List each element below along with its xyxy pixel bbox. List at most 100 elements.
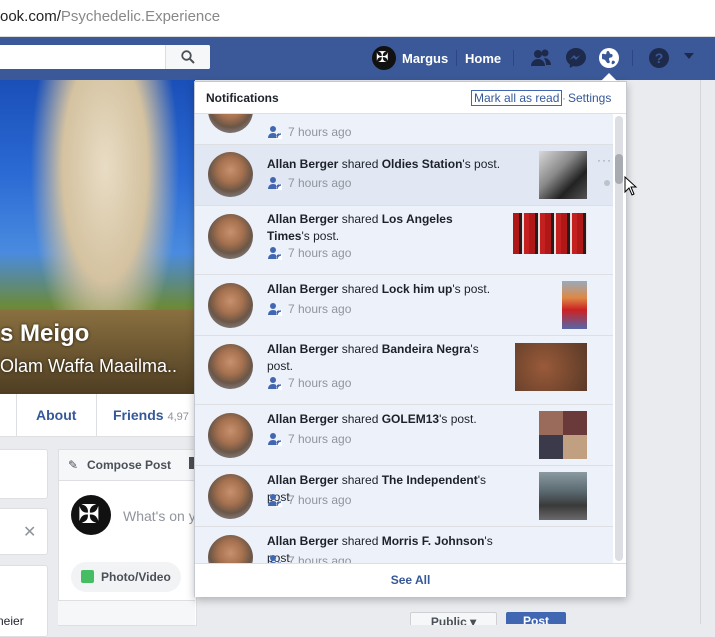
- profile-title: s Meigo: [0, 320, 90, 347]
- notification-target: Lock him up: [381, 282, 453, 296]
- notification-time: 7 hours ago: [288, 432, 352, 446]
- settings-link[interactable]: Settings: [568, 91, 611, 105]
- notification-suffix: 's post.: [452, 282, 491, 296]
- notification-verb: shared: [338, 412, 382, 426]
- notification-item[interactable]: Allan Berger shared Lock him up's post. …: [195, 275, 613, 336]
- composer-input[interactable]: What's on y: [123, 508, 196, 524]
- tab-divider: [16, 394, 17, 436]
- photo-video-button[interactable]: Photo/Video: [71, 562, 181, 592]
- notification-thumbnail: [539, 472, 587, 520]
- share-icon: [268, 433, 282, 446]
- notification-target: GOLEM13: [381, 412, 440, 426]
- notification-avatar: [208, 214, 253, 259]
- notification-verb: shared: [338, 342, 382, 356]
- see-all-link[interactable]: See All: [391, 573, 431, 587]
- notification-time: 7 hours ago: [288, 125, 352, 139]
- notification-actor: Allan Berger: [267, 473, 339, 487]
- messenger-icon[interactable]: [564, 46, 588, 70]
- browser-address-bar[interactable]: ook.com/Psychedelic.Experience: [0, 0, 715, 37]
- notification-time: 7 hours ago: [288, 376, 352, 390]
- help-icon[interactable]: ?: [647, 46, 671, 70]
- cover-photo[interactable]: s Meigo Olam Waffa Maailma..: [0, 80, 195, 394]
- friend-name-partial[interactable]: neier: [0, 614, 24, 628]
- notification-item[interactable]: 7 hours ago: [195, 114, 613, 145]
- mouse-cursor-icon: [624, 176, 638, 196]
- notification-text: Allan Berger shared GOLEM13's post.: [267, 411, 507, 428]
- notification-actor: Allan Berger: [267, 282, 339, 296]
- notification-verb: shared: [338, 534, 382, 548]
- notification-avatar: [208, 474, 253, 519]
- notification-verb: shared: [338, 157, 382, 171]
- url-path: Psychedelic.Experience: [60, 8, 221, 25]
- profile-link[interactable]: Margus: [372, 45, 448, 71]
- compose-post-tab[interactable]: Compose Post: [87, 458, 171, 472]
- notifications-title: Notifications: [206, 91, 279, 105]
- notification-time: 7 hours ago: [288, 176, 352, 190]
- share-icon: [268, 247, 282, 260]
- photo-video-label: Photo/Video: [101, 570, 171, 584]
- notification-actor: Allan Berger: [267, 412, 339, 426]
- share-icon: [268, 126, 282, 139]
- notification-item[interactable]: Allan Berger shared Oldies Station's pos…: [195, 145, 613, 206]
- notification-target: Oldies Station: [381, 157, 463, 171]
- notification-suffix: 's post.: [462, 157, 501, 171]
- profile-tabs: About Friends 4,97: [0, 394, 195, 437]
- intro-card: [0, 449, 48, 499]
- composer-footer: [58, 600, 195, 625]
- search-button[interactable]: [165, 45, 210, 69]
- profile-subtitle: Olam Waffa Maailma..: [0, 356, 178, 376]
- share-icon: [268, 303, 282, 316]
- friends-icon[interactable]: [529, 46, 553, 70]
- notification-item[interactable]: Allan Berger shared Morris F. Johnson's …: [195, 527, 613, 563]
- post-button-label: Post: [522, 614, 549, 624]
- notification-time: 7 hours ago: [288, 554, 352, 563]
- composer-avatar: [71, 495, 111, 535]
- notification-item[interactable]: Allan Berger shared Los Angeles Times's …: [195, 206, 613, 275]
- notification-actor: Allan Berger: [267, 212, 339, 226]
- notification-suffix: 's post.: [301, 229, 340, 243]
- search-icon: [181, 50, 195, 64]
- notification-time: 7 hours ago: [288, 493, 352, 507]
- tab-about[interactable]: About: [36, 407, 76, 423]
- notification-avatar: [208, 114, 253, 133]
- mark-read-dot[interactable]: [604, 180, 610, 186]
- tab-friends[interactable]: Friends 4,97: [113, 407, 189, 423]
- globe-icon[interactable]: [597, 46, 621, 70]
- tab-friends-label: Friends: [113, 407, 164, 423]
- notification-item[interactable]: Allan Berger shared Bandeira Negra's pos…: [195, 336, 613, 405]
- notification-text: Allan Berger shared Bandeira Negra's pos…: [267, 341, 492, 375]
- notification-avatar: [208, 344, 253, 389]
- notification-thumbnail: [515, 343, 587, 391]
- right-column-border: [700, 80, 701, 624]
- url-text[interactable]: ook.com/Psychedelic.Experience: [0, 8, 220, 25]
- notification-actor: Allan Berger: [267, 342, 339, 356]
- share-icon: [268, 494, 282, 507]
- notification-text: Allan Berger shared Los Angeles Times's …: [267, 211, 497, 245]
- friend-card: neier: [0, 565, 48, 637]
- notification-verb: shared: [338, 473, 382, 487]
- audience-selector[interactable]: Public ▾: [410, 612, 497, 625]
- profile-name: Margus: [402, 50, 449, 66]
- mark-all-read-link[interactable]: Mark all as read: [471, 90, 563, 106]
- notification-thumbnail: [539, 151, 587, 199]
- search-input[interactable]: [0, 45, 210, 69]
- home-link[interactable]: Home: [465, 51, 501, 66]
- notification-text: Allan Berger shared Oldies Station's pos…: [267, 156, 507, 173]
- close-icon[interactable]: ✕: [23, 522, 36, 542]
- more-options-icon[interactable]: ···: [597, 153, 612, 167]
- notification-item[interactable]: Allan Berger shared GOLEM13's post. 7 ho…: [195, 405, 613, 466]
- share-icon: [268, 377, 282, 390]
- notifications-list[interactable]: 7 hours ago Allan Berger shared Oldies S…: [195, 114, 626, 563]
- notification-avatar: [208, 535, 253, 563]
- scrollbar-thumb[interactable]: [615, 154, 623, 184]
- notification-suffix: 's post.: [439, 412, 477, 426]
- notification-avatar: [208, 283, 253, 328]
- caret-down-icon[interactable]: [684, 53, 694, 59]
- notification-time: 7 hours ago: [288, 246, 352, 260]
- url-domain: ook.com/: [0, 8, 61, 25]
- notification-target: Bandeira Negra: [381, 342, 471, 356]
- share-icon: [268, 177, 282, 190]
- post-button[interactable]: Post: [506, 612, 566, 624]
- notification-item[interactable]: Allan Berger shared The Independent's po…: [195, 466, 613, 527]
- share-icon: [269, 555, 282, 563]
